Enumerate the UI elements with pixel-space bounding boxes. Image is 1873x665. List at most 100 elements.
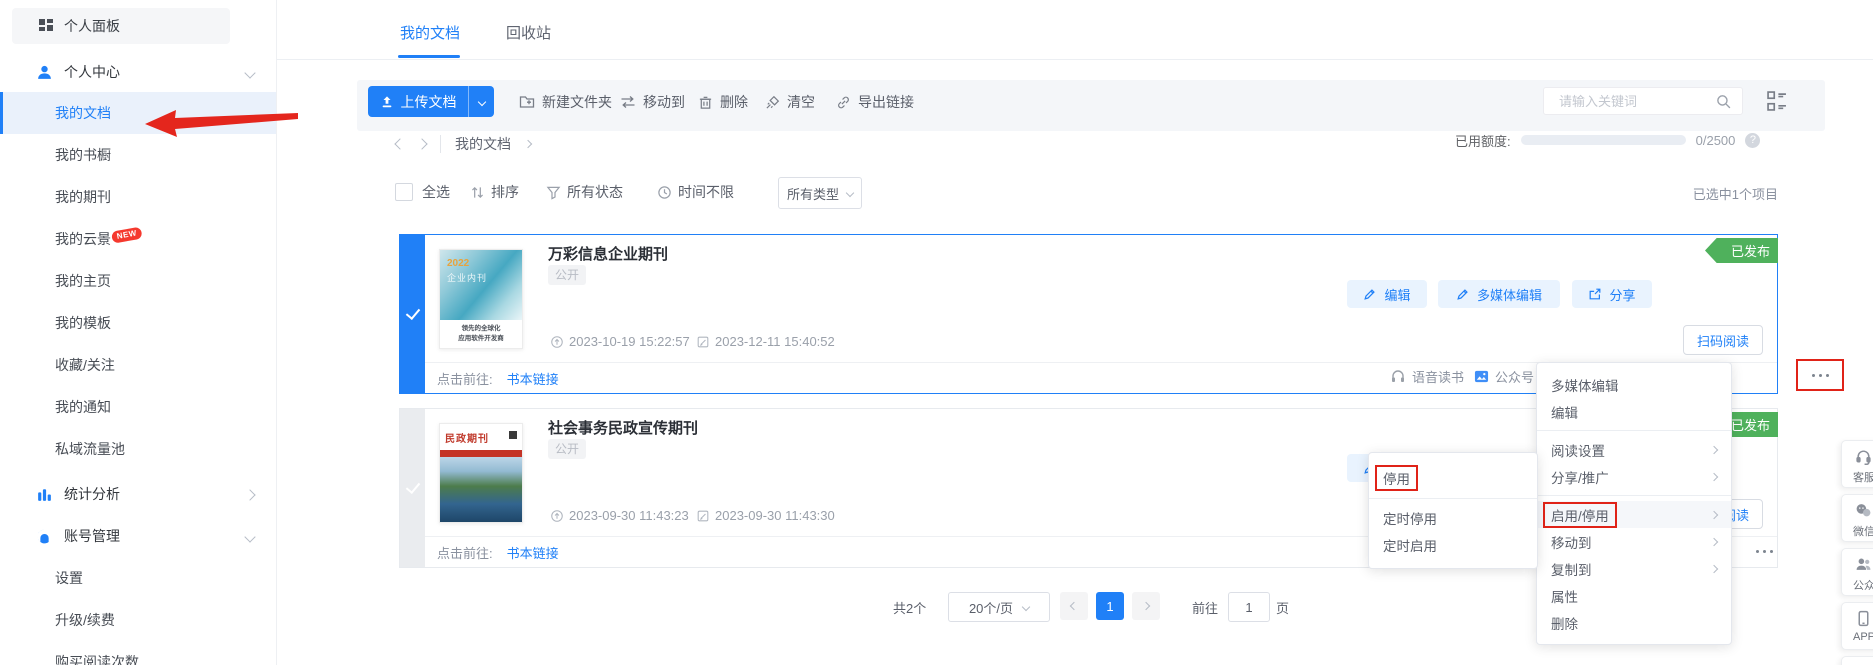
more-actions-button[interactable] (1744, 542, 1784, 560)
back-icon[interactable] (394, 138, 405, 149)
float-widget-partial[interactable] (1841, 656, 1873, 665)
sidebar-section-account[interactable]: 账号管理 (0, 515, 276, 557)
section-label: 个人中心 (64, 62, 120, 82)
float-widget-app[interactable]: APP (1841, 602, 1873, 650)
check-icon (405, 305, 419, 320)
clear-button[interactable]: 清空 (765, 88, 815, 116)
delete-button[interactable]: 删除 (698, 88, 748, 116)
menu-item-properties[interactable]: 属性 (1537, 582, 1731, 609)
submenu-item-disable[interactable]: 停用 (1369, 463, 1537, 493)
check-icon (405, 479, 419, 494)
menu-divider (1537, 495, 1731, 496)
status-ribbon: 已发布 (1705, 238, 1778, 263)
chevron-right-icon (1710, 472, 1718, 480)
menu-item-enable-disable[interactable]: 启用/停用 (1537, 501, 1731, 528)
cover-qr (507, 429, 517, 439)
select-all-label[interactable]: 全选 (422, 182, 450, 202)
type-filter-select[interactable]: 所有类型 (778, 177, 862, 209)
edit-button[interactable]: 编辑 (1347, 280, 1427, 308)
search-input[interactable] (1557, 93, 1711, 110)
dashboard-label: 个人面板 (64, 16, 120, 36)
document-title: 社会事务民政宣传期刊 (548, 417, 698, 438)
menu-item-edit[interactable]: 编辑 (1537, 398, 1731, 425)
export-links-button[interactable]: 导出链接 (836, 88, 914, 116)
official-account-button[interactable]: 公众号 (1474, 366, 1534, 386)
breadcrumb[interactable]: 我的文档 (455, 134, 511, 154)
move-to-button[interactable]: 移动到 (620, 88, 685, 116)
wechat-icon (1855, 502, 1872, 519)
update-time: 2023-09-30 11:43:30 (696, 508, 835, 523)
media-edit-button[interactable]: 多媒体编辑 (1438, 280, 1560, 308)
menu-item-delete[interactable]: 删除 (1537, 609, 1731, 636)
sidebar-item-upgrade[interactable]: 升级/续费 (0, 599, 276, 641)
menu-item-read-settings[interactable]: 阅读设置 (1537, 436, 1731, 463)
document-cover-thumbnail[interactable]: 2022 企业内刊 领先的全球化 应用软件开发商 (439, 249, 523, 349)
cover-banner (440, 450, 522, 457)
current-page-button[interactable]: 1 (1096, 592, 1124, 620)
document-title: 万彩信息企业期刊 (548, 243, 668, 264)
float-widget-wechat[interactable]: 微信 (1841, 494, 1873, 542)
scan-read-button[interactable]: 扫码阅读 (1683, 325, 1763, 355)
sidebar-item-my-templates[interactable]: 我的模板 (0, 302, 276, 344)
sidebar-section-personal-center[interactable]: 个人中心 (0, 51, 276, 93)
help-icon[interactable] (1745, 133, 1760, 148)
time-filter[interactable]: 时间不限 (657, 177, 734, 207)
voice-read-button[interactable]: 语音读书 (1390, 366, 1464, 386)
pencil-icon (1363, 287, 1377, 301)
book-link[interactable]: 书本链接 (507, 369, 559, 388)
float-widget-official-account[interactable]: 公众号 (1841, 548, 1873, 596)
sidebar-item-my-cloudview[interactable]: 我的云景NEW (0, 218, 276, 260)
total-count: 共2个 (893, 598, 926, 617)
upload-button[interactable]: 上传文档 (368, 86, 494, 117)
sort-control[interactable]: 排序 (470, 177, 519, 207)
submenu-item-scheduled-enable[interactable]: 定时启用 (1369, 531, 1537, 558)
menu-item-share-promote[interactable]: 分享/推广 (1537, 463, 1731, 490)
document-cover-thumbnail[interactable]: 民政期刊 (439, 423, 523, 523)
sidebar-item-settings[interactable]: 设置 (0, 557, 276, 599)
menu-item-copy-to[interactable]: 复制到 (1537, 555, 1731, 582)
section-label: 统计分析 (64, 484, 120, 504)
sidebar-item-my-journals[interactable]: 我的期刊 (0, 176, 276, 218)
sidebar-item-dashboard[interactable]: 个人面板 (12, 8, 230, 44)
select-all-checkbox[interactable] (395, 183, 413, 201)
forward-icon[interactable] (416, 138, 427, 149)
upload-dropdown-caret[interactable] (469, 99, 494, 105)
search-icon[interactable] (1715, 93, 1732, 110)
pencil-icon (1456, 287, 1470, 301)
page-size-select[interactable]: 20个/页 (948, 592, 1050, 622)
phone-icon (1855, 610, 1872, 627)
new-folder-button[interactable]: 新建文件夹 (519, 88, 612, 116)
goto-page-input[interactable] (1228, 592, 1270, 622)
menu-item-media-edit[interactable]: 多媒体编辑 (1537, 371, 1731, 398)
sidebar-item-favorites[interactable]: 收藏/关注 (0, 344, 276, 386)
person-icon (36, 64, 53, 81)
status-filter[interactable]: 所有状态 (546, 177, 623, 207)
tab-recycle-bin[interactable]: 回收站 (506, 22, 551, 43)
enable-disable-submenu: 停用 定时停用 定时启用 (1368, 452, 1538, 569)
view-toggle-icon[interactable] (1766, 90, 1788, 112)
book-link[interactable]: 书本链接 (507, 543, 559, 562)
folder-plus-icon (519, 94, 535, 110)
prev-page-button[interactable] (1060, 592, 1088, 620)
float-widget-support[interactable]: 客服 (1841, 440, 1873, 488)
sidebar-item-my-homepage[interactable]: 我的主页 (0, 260, 276, 302)
sidebar-item-private-traffic[interactable]: 私域流量池 (0, 428, 276, 470)
selection-strip[interactable] (400, 409, 425, 567)
next-page-button[interactable] (1132, 592, 1160, 620)
cover-year: 2022 (447, 258, 469, 269)
selection-strip[interactable] (400, 235, 425, 393)
upload-icon (380, 95, 394, 109)
menu-item-move-to[interactable]: 移动到 (1537, 528, 1731, 555)
submenu-item-scheduled-disable[interactable]: 定时停用 (1369, 504, 1537, 531)
tab-my-docs[interactable]: 我的文档 (400, 22, 460, 43)
chevron-down-icon (1022, 603, 1030, 611)
chevron-right-icon (244, 489, 255, 500)
search-box (1543, 87, 1743, 115)
sidebar-item-notifications[interactable]: 我的通知 (0, 386, 276, 428)
update-time-icon (696, 509, 710, 523)
share-button[interactable]: 分享 (1572, 280, 1652, 308)
cover-title: 企业内刊 (447, 271, 487, 284)
sidebar-section-statistics[interactable]: 统计分析 (0, 473, 276, 515)
sidebar-item-buy-reads[interactable]: 购买阅读次数 (0, 641, 276, 665)
more-actions-button-annotated[interactable] (1796, 359, 1844, 391)
